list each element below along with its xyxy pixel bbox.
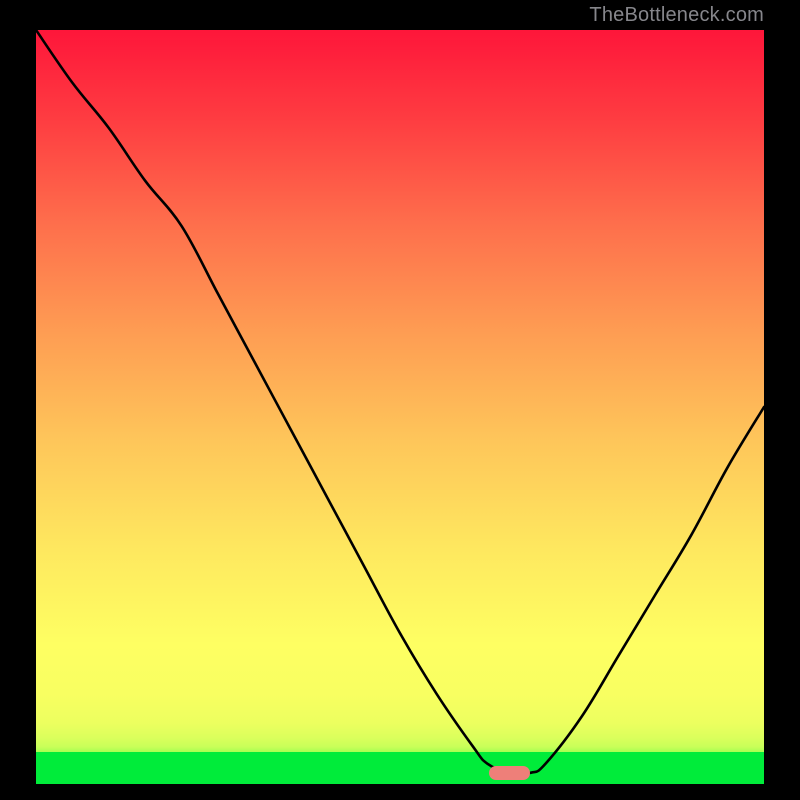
- minimum-marker: [489, 766, 530, 780]
- bottleneck-curve: [36, 30, 764, 784]
- watermark-text: TheBottleneck.com: [589, 4, 764, 27]
- plot-area: [36, 30, 764, 784]
- chart-frame: TheBottleneck.com: [0, 0, 800, 800]
